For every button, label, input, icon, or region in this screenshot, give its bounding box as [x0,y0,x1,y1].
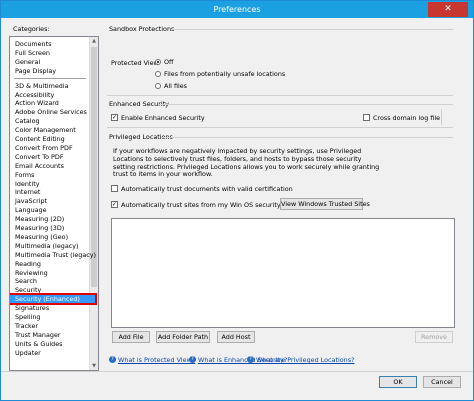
category-item[interactable]: JavaScript [15,197,47,205]
divider [171,29,453,30]
category-item[interactable]: Multimedia (legacy) [15,242,79,250]
category-item[interactable]: Reading [15,260,41,268]
scroll-up-icon[interactable]: ▲ [90,37,98,45]
close-icon: ✕ [444,4,452,14]
divider [441,109,442,125]
window-title: Preferences [213,5,261,14]
category-item[interactable]: Units & Guides [15,340,62,348]
category-item[interactable]: Catalog [15,117,40,125]
privileged-description: If your workflows are negatively impacte… [113,147,380,179]
protected-view-off-radio[interactable] [155,59,161,65]
category-item[interactable]: Page Display [15,67,56,75]
category-item[interactable]: Documents [15,40,51,48]
divider [107,95,453,96]
categories-scrollbar[interactable]: ▲ ▼ [89,37,98,370]
protected-view-unsafe-radio[interactable] [155,71,161,77]
auto-cert-label: Automatically trust documents with valid… [121,185,293,193]
category-item[interactable]: Action Wizard [15,99,59,107]
category-item[interactable]: Measuring (Geo) [15,233,68,241]
cross-domain-checkbox[interactable] [363,114,370,121]
category-item[interactable]: Security (Enhanced) [10,293,97,306]
footer-divider [1,371,473,372]
category-item[interactable]: Reviewing [15,269,48,277]
help-question-icon: ? [189,356,196,363]
enable-enhanced-label: Enable Enhanced Security [121,114,205,122]
category-item[interactable]: Signatures [15,304,49,312]
category-item[interactable]: Color Management [15,126,76,134]
enable-enhanced-checkbox[interactable]: ✓ [111,114,118,121]
category-item[interactable]: Measuring (3D) [15,224,64,232]
category-item[interactable]: General [15,58,40,66]
category-item[interactable]: Content Editing [15,135,65,143]
protected-view-label: Protected View [111,59,159,67]
category-item[interactable]: Convert From PDF [15,144,73,152]
title-bar: Preferences ✕ [1,1,473,18]
preferences-window: Preferences ✕ Categories: ▲ ▼ Documents F… [0,0,474,401]
category-item[interactable]: Email Accounts [15,162,64,170]
scroll-down-icon[interactable]: ▼ [90,362,98,370]
checkmark-icon: ✓ [112,114,118,121]
categories-label: Categories: [13,25,50,33]
divider [107,127,453,128]
category-item[interactable]: Tracker [15,322,38,330]
protected-view-all-label: All files [164,82,188,90]
help-question-icon: ? [247,356,254,363]
view-trusted-sites-button[interactable]: View Windows Trusted Sites [280,198,370,210]
help-question-icon: ? [109,356,116,363]
category-item[interactable]: Spelling [15,313,40,321]
divider [159,104,453,105]
protected-view-unsafe-label: Files from potentially unsafe locations [164,70,286,78]
category-item[interactable]: Multimedia Trust (legacy) [15,251,96,259]
trusted-locations-list[interactable] [111,218,455,328]
category-item[interactable]: Identity [15,180,40,188]
cross-domain-label: Cross domain log file [373,114,441,122]
category-item[interactable]: Measuring (2D) [15,215,64,223]
category-item[interactable]: Updater [15,349,41,357]
category-separator [14,77,86,79]
ok-button[interactable]: OK [379,376,417,388]
category-item[interactable]: Full Screen [15,49,50,57]
add-host-button[interactable]: Add Host [217,331,255,343]
divider [161,137,453,138]
category-item[interactable]: Trust Manager [15,331,61,339]
what-are-privileged-locations-link[interactable]: What are Privileged Locations? [256,356,354,364]
category-item[interactable]: Internet [15,188,40,196]
cancel-button[interactable]: Cancel [423,376,461,388]
sandbox-section-title: Sandbox Protections [109,25,175,33]
auto-win-label: Automatically trust sites from my Win OS… [121,201,302,209]
protected-view-all-radio[interactable] [155,83,161,89]
category-item[interactable]: Search [15,277,37,285]
add-file-button[interactable]: Add File [112,331,150,343]
add-folder-path-button[interactable]: Add Folder Path [156,331,210,343]
what-is-protected-view-link[interactable]: What is Protected View? [118,356,195,364]
category-item[interactable]: Security [15,286,41,294]
category-item[interactable]: Adobe Online Services [15,108,87,116]
protected-view-off-label: Off [164,58,174,66]
auto-cert-checkbox[interactable] [111,185,118,192]
remove-button[interactable]: Remove [415,331,453,343]
checkmark-icon: ✓ [112,201,118,208]
close-button[interactable]: ✕ [428,2,468,17]
category-item[interactable]: Language [15,206,47,214]
category-item[interactable]: Accessibility [15,91,54,99]
auto-win-checkbox[interactable]: ✓ [111,201,118,208]
categories-list[interactable]: ▲ ▼ Documents Full Screen General Page Disp… [9,36,99,371]
category-item[interactable]: Convert To PDF [15,153,64,161]
category-item[interactable]: 3D & Multimedia [15,82,69,90]
category-item[interactable]: Forms [15,171,34,179]
